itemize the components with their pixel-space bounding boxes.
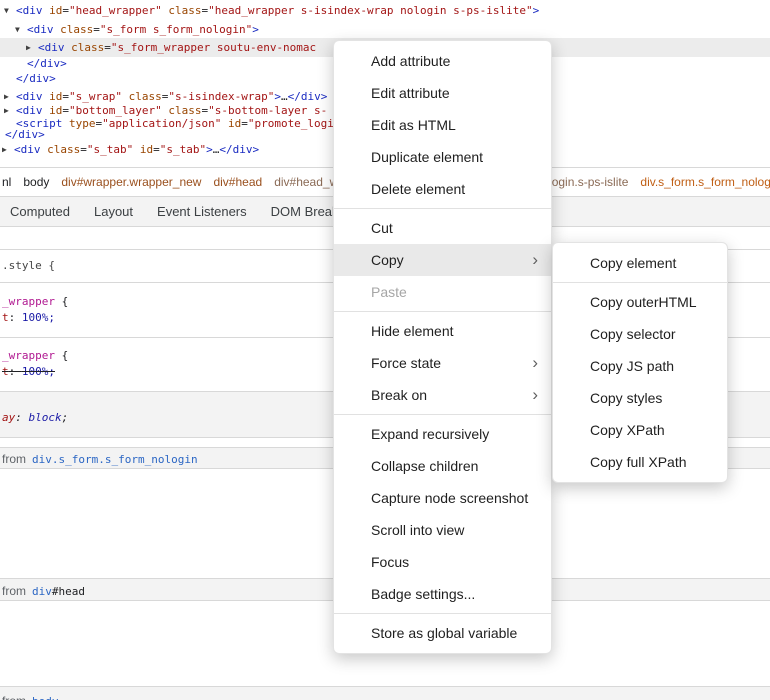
submenu-item-copy-js-path[interactable]: Copy JS path — [553, 350, 727, 382]
submenu-chevron-icon: › — [532, 379, 538, 411]
menu-item-label: Add attribute — [371, 53, 450, 69]
menu-item-copy[interactable]: Copy › — [334, 244, 551, 276]
inherited-from-link[interactable]: div#head — [32, 585, 85, 598]
menu-item-label: Cut — [371, 220, 393, 236]
menu-item-label: Delete element — [371, 181, 465, 197]
dom-tree-row[interactable]: ▼<div class="s_form s_form_nologin"> — [0, 20, 770, 39]
inherited-from-link[interactable]: div.s_form.s_form_nologin — [32, 453, 198, 466]
devtools-window: ▼<div id="head_wrapper" class="head_wrap… — [0, 0, 770, 700]
copy-submenu: Copy element Copy outerHTML Copy selector C… — [552, 242, 728, 483]
css-property-line-overridden[interactable]: t: 100%; — [2, 364, 55, 380]
menu-item-paste[interactable]: Paste — [334, 276, 551, 308]
menu-item-scroll-into-view[interactable]: Scroll into view — [334, 514, 551, 546]
dom-node-text: <div class="s_form s_form_nologin"> — [0, 20, 259, 39]
menu-item-label: Edit as HTML — [371, 117, 456, 133]
menu-item-capture-node-screenshot[interactable]: Capture node screenshot — [334, 482, 551, 514]
menu-item-delete-element[interactable]: Delete element — [334, 173, 551, 205]
css-selector[interactable]: _wrapper { — [2, 294, 68, 310]
tab-event-listeners[interactable]: Event Listeners — [157, 204, 247, 219]
inherited-from-link[interactable]: body — [32, 695, 59, 700]
menu-item-label: Copy JS path — [590, 358, 674, 374]
submenu-item-copy-full-xpath[interactable]: Copy full XPath — [553, 446, 727, 478]
menu-item-label: Expand recursively — [371, 426, 489, 442]
menu-item-badge-settings[interactable]: Badge settings... — [334, 578, 551, 610]
menu-item-break-on[interactable]: Break on › — [334, 379, 551, 411]
element-style-rule[interactable]: .style { — [2, 258, 55, 274]
menu-item-label: Break on — [371, 387, 427, 403]
menu-item-label: Copy — [371, 252, 404, 268]
menu-item-label: Edit attribute — [371, 85, 450, 101]
menu-item-label: Copy outerHTML — [590, 294, 697, 310]
dom-tree-row[interactable]: ▼<div id="head_wrapper" class="head_wrap… — [0, 1, 770, 20]
menu-item-label: Copy full XPath — [590, 454, 687, 470]
menu-item-label: Store as global variable — [371, 625, 517, 641]
menu-item-force-state[interactable]: Force state › — [334, 347, 551, 379]
menu-item-add-attribute[interactable]: Add attribute — [334, 45, 551, 77]
menu-item-label: Scroll into view — [371, 522, 464, 538]
menu-item-label: Copy selector — [590, 326, 676, 342]
menu-item-cut[interactable]: Cut — [334, 212, 551, 244]
breadcrumb-item-nl[interactable]: nl — [2, 175, 11, 189]
menu-item-label: Focus — [371, 554, 409, 570]
menu-item-label: Copy element — [590, 255, 676, 271]
menu-item-hide-element[interactable]: Hide element — [334, 315, 551, 347]
menu-item-label: Hide element — [371, 323, 454, 339]
dom-node-text: </div> — [0, 69, 56, 88]
submenu-chevron-icon: › — [532, 347, 538, 379]
breadcrumb-item-div-s-form-s-form-nologin[interactable]: div.s_form.s_form_nologin — [640, 175, 770, 189]
inherited-from-label: from — [2, 694, 26, 700]
css-property-line-inherited[interactable]: ay: block; — [2, 410, 68, 426]
menu-separator — [334, 311, 551, 312]
menu-item-label: Duplicate element — [371, 149, 483, 165]
context-menu: Add attribute Edit attribute Edit as HTML D… — [333, 40, 552, 654]
inherited-from-label: from — [2, 584, 26, 598]
dom-node-text: <div id="head_wrapper" class="head_wrapp… — [0, 1, 539, 20]
menu-item-label: Copy XPath — [590, 422, 665, 438]
submenu-item-copy-selector[interactable]: Copy selector — [553, 318, 727, 350]
inherited-from-label: from — [2, 452, 26, 466]
menu-item-label: Copy styles — [590, 390, 662, 406]
collapse-arrow-icon[interactable]: ▼ — [4, 1, 9, 20]
tab-layout[interactable]: Layout — [94, 204, 133, 219]
breadcrumb-item-div-head[interactable]: div#head — [213, 175, 262, 189]
tab-computed[interactable]: Computed — [10, 204, 70, 219]
menu-item-label: Capture node screenshot — [371, 490, 528, 506]
breadcrumb-item-body[interactable]: body — [23, 175, 49, 189]
menu-item-label: Force state — [371, 355, 441, 371]
submenu-chevron-icon: › — [532, 244, 538, 276]
menu-item-focus[interactable]: Focus — [334, 546, 551, 578]
menu-item-store-as-global-variable[interactable]: Store as global variable — [334, 617, 551, 649]
submenu-item-copy-element[interactable]: Copy element — [553, 247, 727, 279]
menu-item-duplicate-element[interactable]: Duplicate element — [334, 141, 551, 173]
expand-arrow-icon[interactable]: ▶ — [2, 140, 7, 159]
menu-item-label: Badge settings... — [371, 586, 475, 602]
menu-item-label: Paste — [371, 284, 407, 300]
menu-separator — [334, 613, 551, 614]
submenu-item-copy-styles[interactable]: Copy styles — [553, 382, 727, 414]
css-property-line[interactable]: t: 100%; — [2, 310, 55, 326]
collapse-arrow-icon[interactable]: ▼ — [15, 20, 20, 39]
menu-separator — [553, 282, 727, 283]
menu-item-label: Collapse children — [371, 458, 478, 474]
breadcrumb-item-div-wrapper-wrapper-new[interactable]: div#wrapper.wrapper_new — [61, 175, 201, 189]
submenu-item-copy-xpath[interactable]: Copy XPath — [553, 414, 727, 446]
submenu-item-copy-outerhtml[interactable]: Copy outerHTML — [553, 286, 727, 318]
inherited-from-header: from body — [0, 686, 770, 700]
menu-item-edit-as-html[interactable]: Edit as HTML — [334, 109, 551, 141]
dom-node-text: <div class="s_tab" id="s_tab">…</div> — [0, 140, 259, 159]
menu-item-collapse-children[interactable]: Collapse children — [334, 450, 551, 482]
menu-item-expand-recursively[interactable]: Expand recursively — [334, 418, 551, 450]
css-selector[interactable]: _wrapper { — [2, 348, 68, 364]
menu-separator — [334, 414, 551, 415]
menu-separator — [334, 208, 551, 209]
menu-item-edit-attribute[interactable]: Edit attribute — [334, 77, 551, 109]
